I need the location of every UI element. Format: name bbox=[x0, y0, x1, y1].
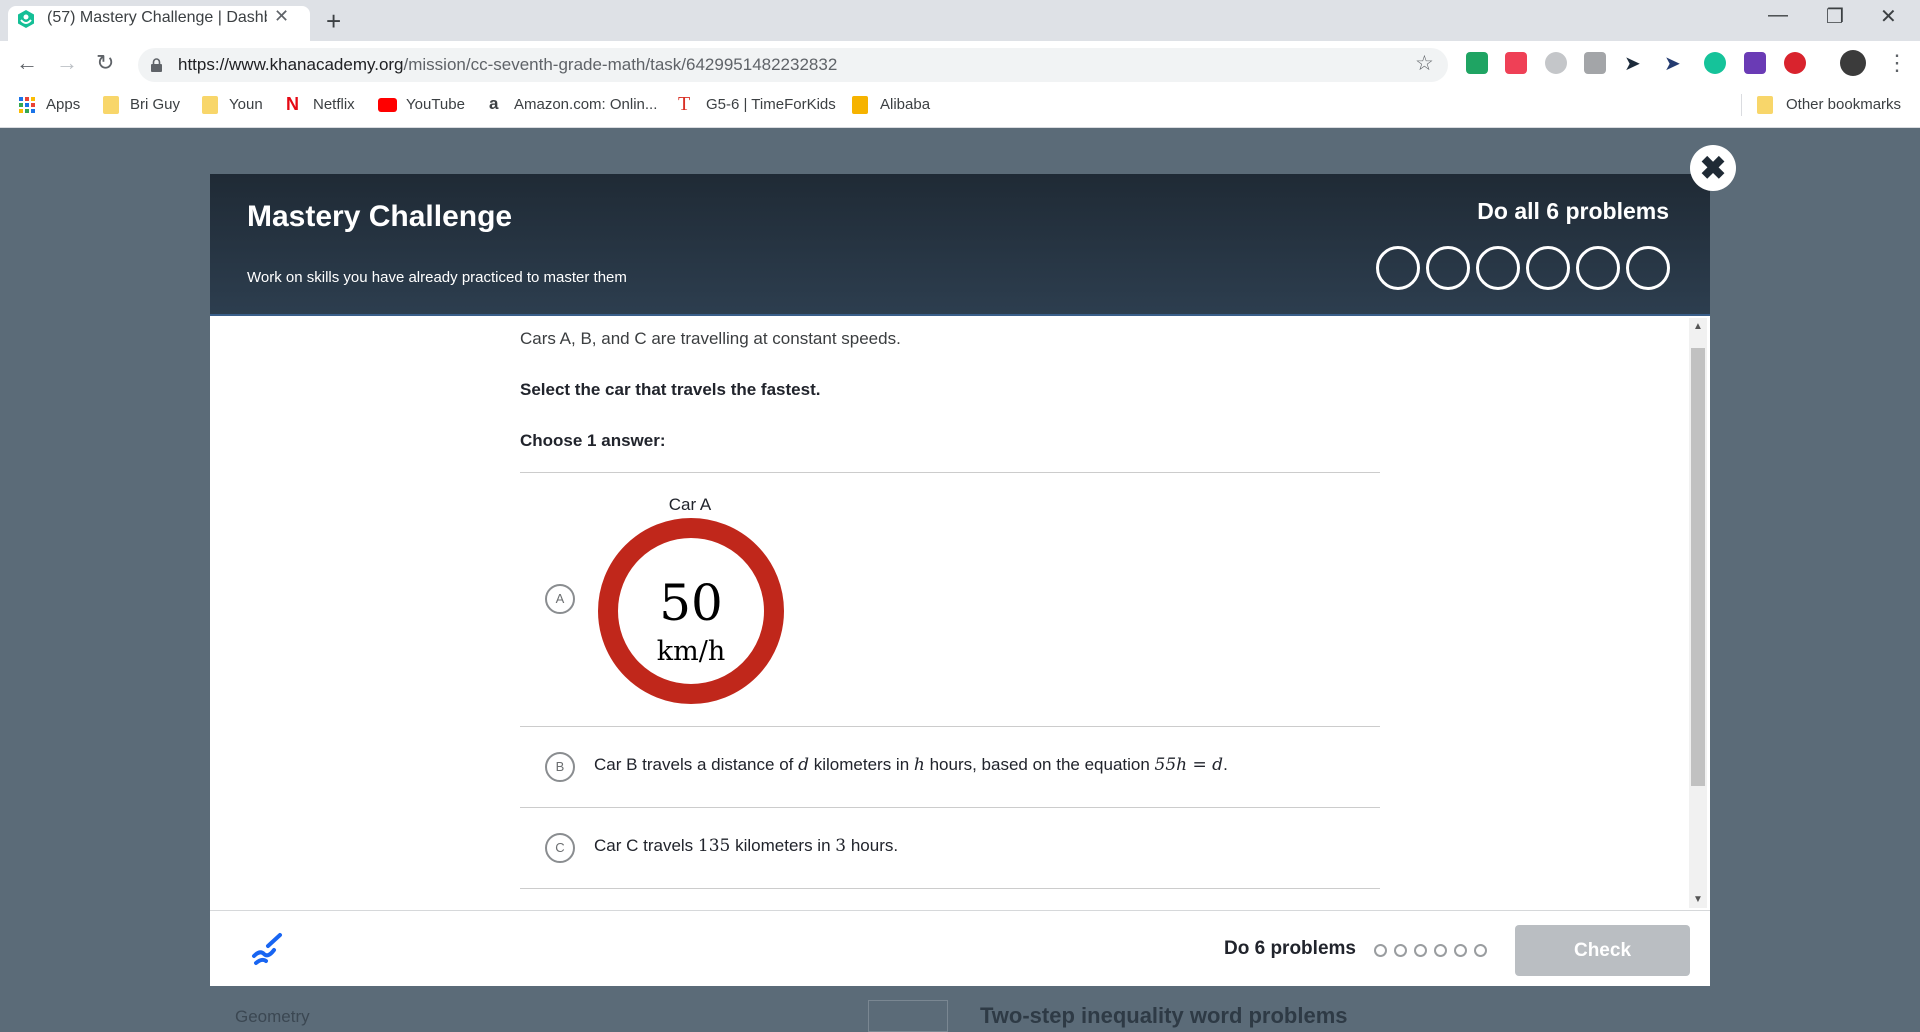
bookmark-apps[interactable]: Apps bbox=[46, 96, 80, 113]
choice-a-radio[interactable]: A bbox=[545, 584, 575, 614]
equation: 55h = d bbox=[1154, 755, 1224, 775]
progress-dot bbox=[1454, 944, 1467, 957]
choice-c-text-3: hours. bbox=[850, 836, 899, 855]
bookmark-timeforkids[interactable]: G5-6 | TimeForKids bbox=[706, 96, 836, 113]
var-h: h bbox=[913, 755, 925, 775]
bookmark-youtube[interactable]: YouTube bbox=[406, 96, 465, 113]
youtube-icon bbox=[378, 98, 397, 112]
scroll-down-icon[interactable]: ▼ bbox=[1693, 894, 1703, 905]
choice-b-text-2: kilometers in bbox=[813, 755, 910, 774]
choice-c-text: Car C travels 135 kilometers in 3 hours. bbox=[594, 836, 898, 856]
profile-avatar[interactable] bbox=[1840, 50, 1866, 76]
bookmark-bri-guy[interactable]: Bri Guy bbox=[130, 96, 180, 113]
background-thumbnail bbox=[868, 1000, 948, 1032]
forward-icon[interactable]: → bbox=[56, 50, 78, 76]
progress-dot bbox=[1434, 944, 1447, 957]
apps-grid-icon bbox=[19, 97, 35, 113]
scroll-up-icon[interactable]: ▲ bbox=[1693, 321, 1703, 332]
menu-icon[interactable]: ⋮ bbox=[1886, 50, 1908, 76]
bookmark-alibaba[interactable]: Alibaba bbox=[880, 96, 930, 113]
progress-ring bbox=[1376, 246, 1420, 290]
scrollbar-thumb[interactable] bbox=[1691, 348, 1705, 786]
progress-ring bbox=[1426, 246, 1470, 290]
background-geometry-label: Geometry bbox=[235, 1007, 310, 1026]
folder-icon bbox=[1757, 96, 1773, 114]
window-close-icon[interactable]: ✕ bbox=[1880, 4, 1897, 29]
bookmark-youn[interactable]: Youn bbox=[229, 96, 263, 113]
back-icon[interactable]: ← bbox=[16, 50, 38, 76]
choose-label: Choose 1 answer: bbox=[520, 431, 666, 450]
bookmark-star-icon[interactable]: ☆ bbox=[1415, 51, 1434, 76]
progress-dot bbox=[1474, 944, 1487, 957]
amazon-icon: a bbox=[489, 94, 499, 113]
modal-title: Mastery Challenge bbox=[247, 200, 513, 233]
gauge-value: 50 bbox=[659, 574, 723, 632]
modal-subtitle: Work on skills you have already practice… bbox=[247, 269, 627, 286]
url-host: https://www.khanacademy.org bbox=[178, 55, 404, 74]
scratchpad-pencil-icon[interactable] bbox=[250, 932, 284, 966]
num-3: 3 bbox=[835, 836, 847, 856]
tab-title: (57) Mastery Challenge | Dashbo bbox=[47, 9, 267, 26]
check-button[interactable]: Check bbox=[1515, 925, 1690, 976]
extension-icon[interactable] bbox=[1744, 52, 1766, 74]
translate-icon[interactable] bbox=[1584, 52, 1606, 74]
cursor-icon[interactable]: ➤ bbox=[1664, 51, 1681, 76]
bookmark-amazon[interactable]: Amazon.com: Onlin... bbox=[514, 96, 657, 113]
cursor-icon[interactable]: ➤ bbox=[1624, 51, 1641, 76]
do-problems-label: Do 6 problems bbox=[1224, 938, 1356, 959]
minimize-icon[interactable]: — bbox=[1768, 4, 1788, 27]
close-modal-icon[interactable]: ✖ bbox=[1690, 145, 1736, 191]
folder-icon bbox=[103, 96, 119, 114]
car-a-label: Car A bbox=[668, 495, 712, 514]
choice-b-text-3: hours, based on the equation bbox=[929, 755, 1150, 774]
alibaba-icon bbox=[852, 96, 868, 114]
bookmark-netflix[interactable]: Netflix bbox=[313, 96, 355, 113]
choice-b-text: Car B travels a distance of d kilometers… bbox=[594, 755, 1228, 775]
footer-divider bbox=[210, 910, 1710, 911]
new-tab-icon[interactable]: + bbox=[326, 6, 341, 37]
choice-c-text-2: kilometers in bbox=[735, 836, 831, 855]
num-135: 135 bbox=[697, 836, 731, 856]
choice-c-radio[interactable]: C bbox=[545, 833, 575, 863]
header-underline bbox=[210, 314, 1710, 316]
maximize-icon[interactable]: ❐ bbox=[1826, 4, 1844, 29]
progress-ring bbox=[1476, 246, 1520, 290]
progress-dot bbox=[1374, 944, 1387, 957]
tab-close-icon[interactable]: ✕ bbox=[274, 6, 289, 27]
var-d: d bbox=[798, 755, 809, 775]
progress-ring bbox=[1626, 246, 1670, 290]
yab-icon[interactable] bbox=[1784, 52, 1806, 74]
folder-icon bbox=[202, 96, 218, 114]
reload-icon[interactable]: ↻ bbox=[96, 50, 114, 76]
do-all-problems: Do all 6 problems bbox=[1477, 198, 1669, 224]
progress-ring bbox=[1576, 246, 1620, 290]
timeforkids-icon: T bbox=[678, 93, 691, 115]
url-path: /mission/cc-seventh-grade-math/task/6429… bbox=[403, 55, 838, 74]
progress-dot bbox=[1394, 944, 1407, 957]
background-skill-title: Two-step inequality word problems bbox=[980, 1003, 1348, 1028]
khan-academy-favicon-icon bbox=[18, 10, 34, 28]
grammarly-icon[interactable] bbox=[1704, 52, 1726, 74]
gauge-unit: km/h bbox=[656, 636, 726, 667]
lock-icon bbox=[151, 58, 162, 72]
choice-b-radio[interactable]: B bbox=[545, 752, 575, 782]
progress-ring bbox=[1526, 246, 1570, 290]
choice-divider bbox=[520, 888, 1380, 889]
question-intro: Cars A, B, and C are travelling at const… bbox=[520, 329, 901, 348]
choice-c-text-1: Car C travels bbox=[594, 836, 694, 855]
progress-dot bbox=[1414, 944, 1427, 957]
choice-b-period: . bbox=[1223, 755, 1228, 774]
pocket-icon[interactable] bbox=[1505, 52, 1527, 74]
url-text[interactable]: https://www.khanacademy.org/mission/cc-s… bbox=[178, 55, 837, 75]
bookmarks-separator bbox=[1741, 94, 1742, 116]
other-bookmarks[interactable]: Other bookmarks bbox=[1786, 96, 1901, 113]
netflix-icon: N bbox=[286, 94, 299, 114]
bookmark-icon[interactable] bbox=[1466, 52, 1488, 74]
discord-icon[interactable] bbox=[1545, 52, 1567, 74]
question-prompt: Select the car that travels the fastest. bbox=[520, 380, 821, 399]
modal-header bbox=[210, 174, 1710, 316]
choice-b-text-1: Car B travels a distance of bbox=[594, 755, 794, 774]
